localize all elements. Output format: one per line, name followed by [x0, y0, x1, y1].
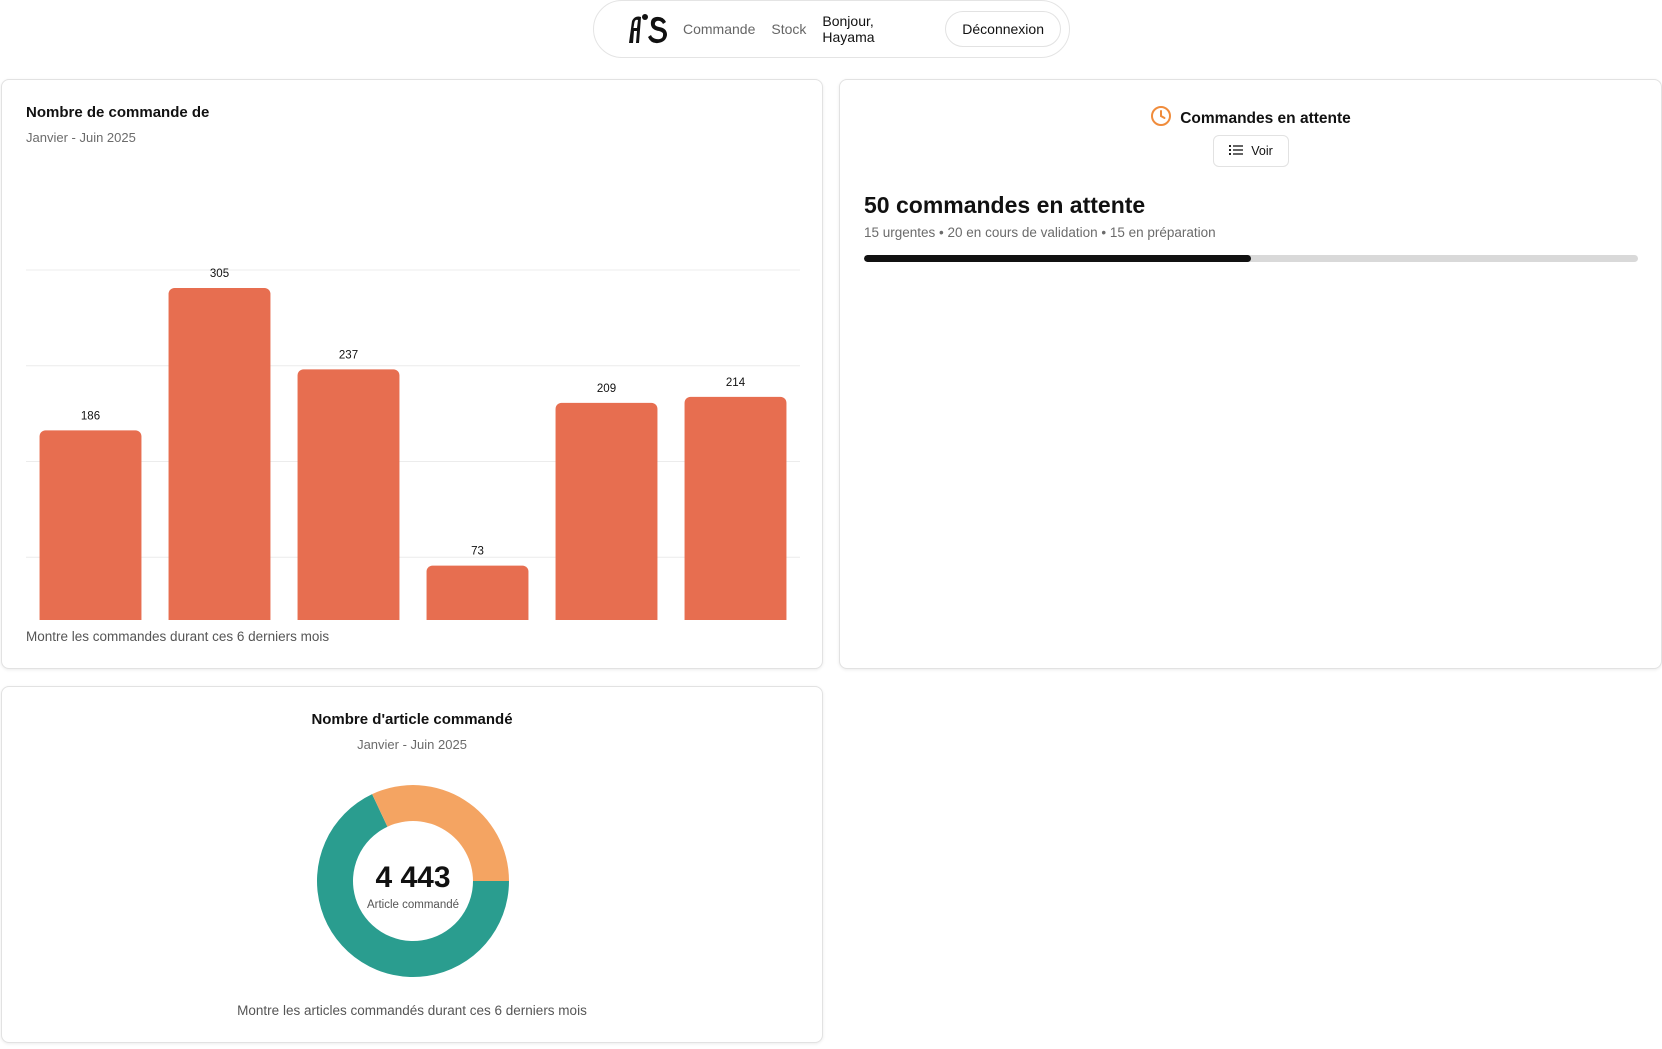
pending-count: 50 commandes en attente: [864, 192, 1146, 218]
bar-value-label: 214: [726, 377, 746, 389]
bar-value-label: 73: [471, 546, 484, 558]
clock-icon: [1150, 105, 1172, 132]
bar-avr: [426, 565, 529, 620]
orders-card-title: Nombre de commande de: [26, 104, 210, 121]
bar-mar: [297, 369, 400, 620]
pending-progress-bar: [864, 255, 1638, 262]
view-button-label: Voir: [1251, 144, 1273, 158]
nav-link-commande[interactable]: Commande: [683, 21, 755, 37]
pending-progress-fill: [864, 255, 1251, 262]
orders-card-footer: Montre les commandes durant ces 6 dernie…: [26, 629, 330, 644]
bar-value-label: 237: [339, 349, 358, 361]
pending-breakdown: 15 urgentes • 20 en cours de validation …: [864, 225, 1216, 240]
articles-card-footer: Montre les articles commandés durant ces…: [237, 1003, 587, 1018]
bar-value-label: 209: [597, 383, 616, 395]
orders-chart-card: Nombre de commande de Janvier - Juin 202…: [1, 79, 823, 669]
view-pending-button[interactable]: Voir: [1213, 135, 1289, 167]
bar-jui: [684, 396, 787, 620]
app-logo[interactable]: [626, 13, 668, 45]
orders-card-subtitle: Janvier - Juin 2025: [26, 130, 136, 145]
nav-link-stock[interactable]: Stock: [771, 21, 806, 37]
articles-chart-card: Nombre d'article commandé Janvier - Juin…: [1, 686, 823, 1043]
pending-orders-card: Commandes en attente Voir 50 commandes e…: [839, 79, 1662, 669]
bar-value-label: 305: [210, 268, 229, 280]
articles-card-title: Nombre d'article commandé: [311, 711, 513, 728]
donut-total-label: Article commandé: [367, 899, 459, 911]
articles-donut-chart: 4 443 Article commandé: [317, 785, 509, 977]
user-greeting: Bonjour, Hayama: [822, 13, 875, 45]
pending-card-title: Commandes en attente: [1180, 109, 1351, 127]
bar-jan: [39, 430, 142, 620]
list-icon: [1229, 144, 1244, 159]
bar-value-label: 186: [81, 410, 100, 422]
logout-button[interactable]: Déconnexion: [945, 11, 1061, 47]
bar-fév: [168, 287, 271, 620]
orders-bar-chart: 186Jan305Fév237Mar73Avr209Mai214Jui: [26, 268, 800, 620]
donut-total-value: 4 443: [375, 861, 450, 894]
top-navigation: Commande Stock Bonjour, Hayama Déconnexi…: [593, 0, 1070, 58]
pending-header: Commandes en attente: [840, 105, 1661, 132]
bar-mai: [555, 402, 658, 620]
articles-card-subtitle: Janvier - Juin 2025: [357, 737, 467, 752]
